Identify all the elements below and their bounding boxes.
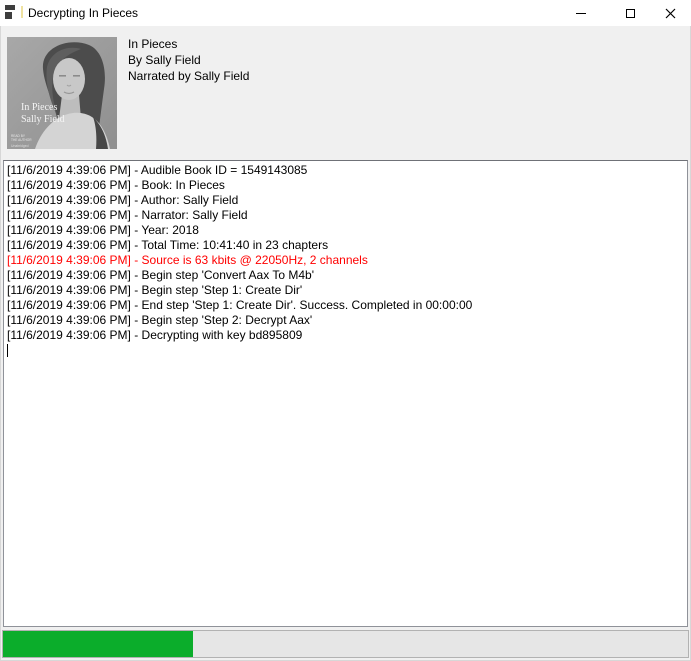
log-line: [11/6/2019 4:39:06 PM] - Begin step 'Ste… (7, 313, 684, 328)
book-title-line: In Pieces (128, 36, 249, 52)
cover-author-text: Sally Field (21, 114, 65, 125)
minimize-button[interactable] (558, 0, 603, 26)
book-cover-image: In Pieces Sally Field READ BY THE AUTHOR… (7, 37, 117, 149)
window-title: Decrypting In Pieces (28, 0, 138, 26)
log-line: [11/6/2019 4:39:06 PM] - Decrypting with… (7, 328, 684, 343)
log-line: [11/6/2019 4:39:06 PM] - Begin step 'Ste… (7, 283, 684, 298)
log-line: [11/6/2019 4:39:06 PM] - Book: In Pieces (7, 178, 684, 193)
close-icon (665, 8, 676, 19)
app-icon-block (5, 5, 15, 10)
minimize-icon (576, 13, 586, 14)
book-narrator-line: Narrated by Sally Field (128, 68, 249, 84)
text-caret (7, 344, 8, 357)
log-line: [11/6/2019 4:39:06 PM] - Total Time: 10:… (7, 238, 684, 253)
log-line: [11/6/2019 4:39:06 PM] - Author: Sally F… (7, 193, 684, 208)
progress-fill (3, 631, 193, 657)
log-line: [11/6/2019 4:39:06 PM] - Audible Book ID… (7, 163, 684, 178)
maximize-button[interactable] (608, 0, 653, 26)
app-icon-block (5, 12, 12, 19)
log-line: [11/6/2019 4:39:06 PM] - Narrator: Sally… (7, 208, 684, 223)
log-line: [11/6/2019 4:39:06 PM] - Year: 2018 (7, 223, 684, 238)
book-info: In Pieces By Sally Field Narrated by Sal… (128, 36, 249, 84)
title-bar: Decrypting In Pieces (0, 0, 691, 26)
progress-bar (2, 630, 689, 658)
app-window: { "window": { "title": "Decrypting In Pi… (0, 0, 691, 661)
cover-edition-text: Unabridged (11, 144, 29, 148)
maximize-icon (626, 9, 635, 18)
log-line: [11/6/2019 4:39:06 PM] - Source is 63 kb… (7, 253, 684, 268)
log-textbox[interactable]: [11/6/2019 4:39:06 PM] - Audible Book ID… (3, 160, 688, 627)
app-icon (5, 5, 23, 21)
log-line: [11/6/2019 4:39:06 PM] - End step 'Step … (7, 298, 684, 313)
cover-readby-text2: THE AUTHOR (11, 138, 32, 142)
book-author-line: By Sally Field (128, 52, 249, 68)
log-line: [11/6/2019 4:39:06 PM] - Begin step 'Con… (7, 268, 684, 283)
app-icon-accent (21, 6, 23, 18)
close-button[interactable] (650, 0, 691, 26)
cover-title-text: In Pieces (21, 102, 57, 113)
